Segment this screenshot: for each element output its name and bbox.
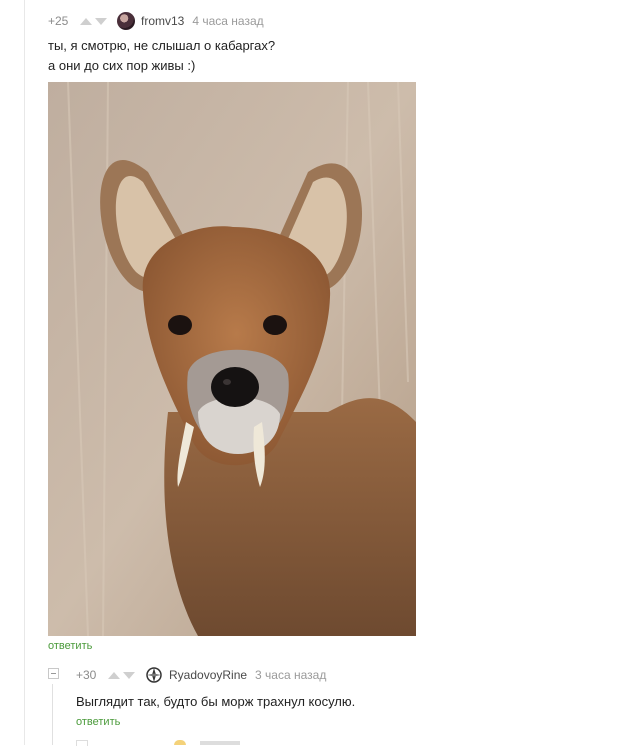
collapse-thread-button[interactable] (48, 668, 59, 679)
compass-avatar-icon[interactable] (145, 666, 163, 684)
comment-text: ты, я смотрю, не слышал о кабаргах? а он… (48, 36, 628, 76)
comment-header: +30 RyadovoyRine 3 часа назад (76, 664, 616, 686)
vote-controls (80, 17, 107, 25)
next-comment-collapse-button[interactable] (76, 740, 88, 746)
comment-username[interactable]: fromv13 (141, 14, 184, 28)
downvote-icon[interactable] (123, 671, 135, 679)
avatar[interactable] (174, 740, 186, 745)
comment-rating: +30 (76, 668, 97, 682)
avatar[interactable] (117, 12, 135, 30)
comment-text: Выглядит так, будто бы морж трахнул косу… (76, 694, 356, 709)
comment-header: +25 fromv13 4 часа назад (48, 10, 628, 32)
upvote-icon[interactable] (80, 17, 92, 25)
reply-thread-line (52, 684, 53, 745)
comment-username[interactable]: RyadovoyRine (169, 668, 247, 682)
comment-text-line: ты, я смотрю, не слышал о кабаргах? (48, 38, 276, 53)
vote-controls (108, 671, 135, 679)
next-comment-header (200, 741, 240, 745)
comment-text-line: а они до сих пор живы :) (48, 58, 196, 73)
deer-photo-illustration (48, 82, 416, 636)
comment-timestamp[interactable]: 4 часа назад (192, 14, 263, 28)
comment-timestamp[interactable]: 3 часа назад (255, 668, 326, 682)
comment-image[interactable] (48, 82, 416, 636)
comment: +25 fromv13 4 часа назад ты, я смотрю, н… (48, 10, 628, 654)
thread-line (24, 0, 25, 745)
reply-link[interactable]: ответить (48, 640, 92, 652)
upvote-icon[interactable] (108, 671, 120, 679)
reply-link[interactable]: ответить (76, 716, 120, 728)
comment-rating: +25 (48, 14, 69, 28)
downvote-icon[interactable] (95, 17, 107, 25)
